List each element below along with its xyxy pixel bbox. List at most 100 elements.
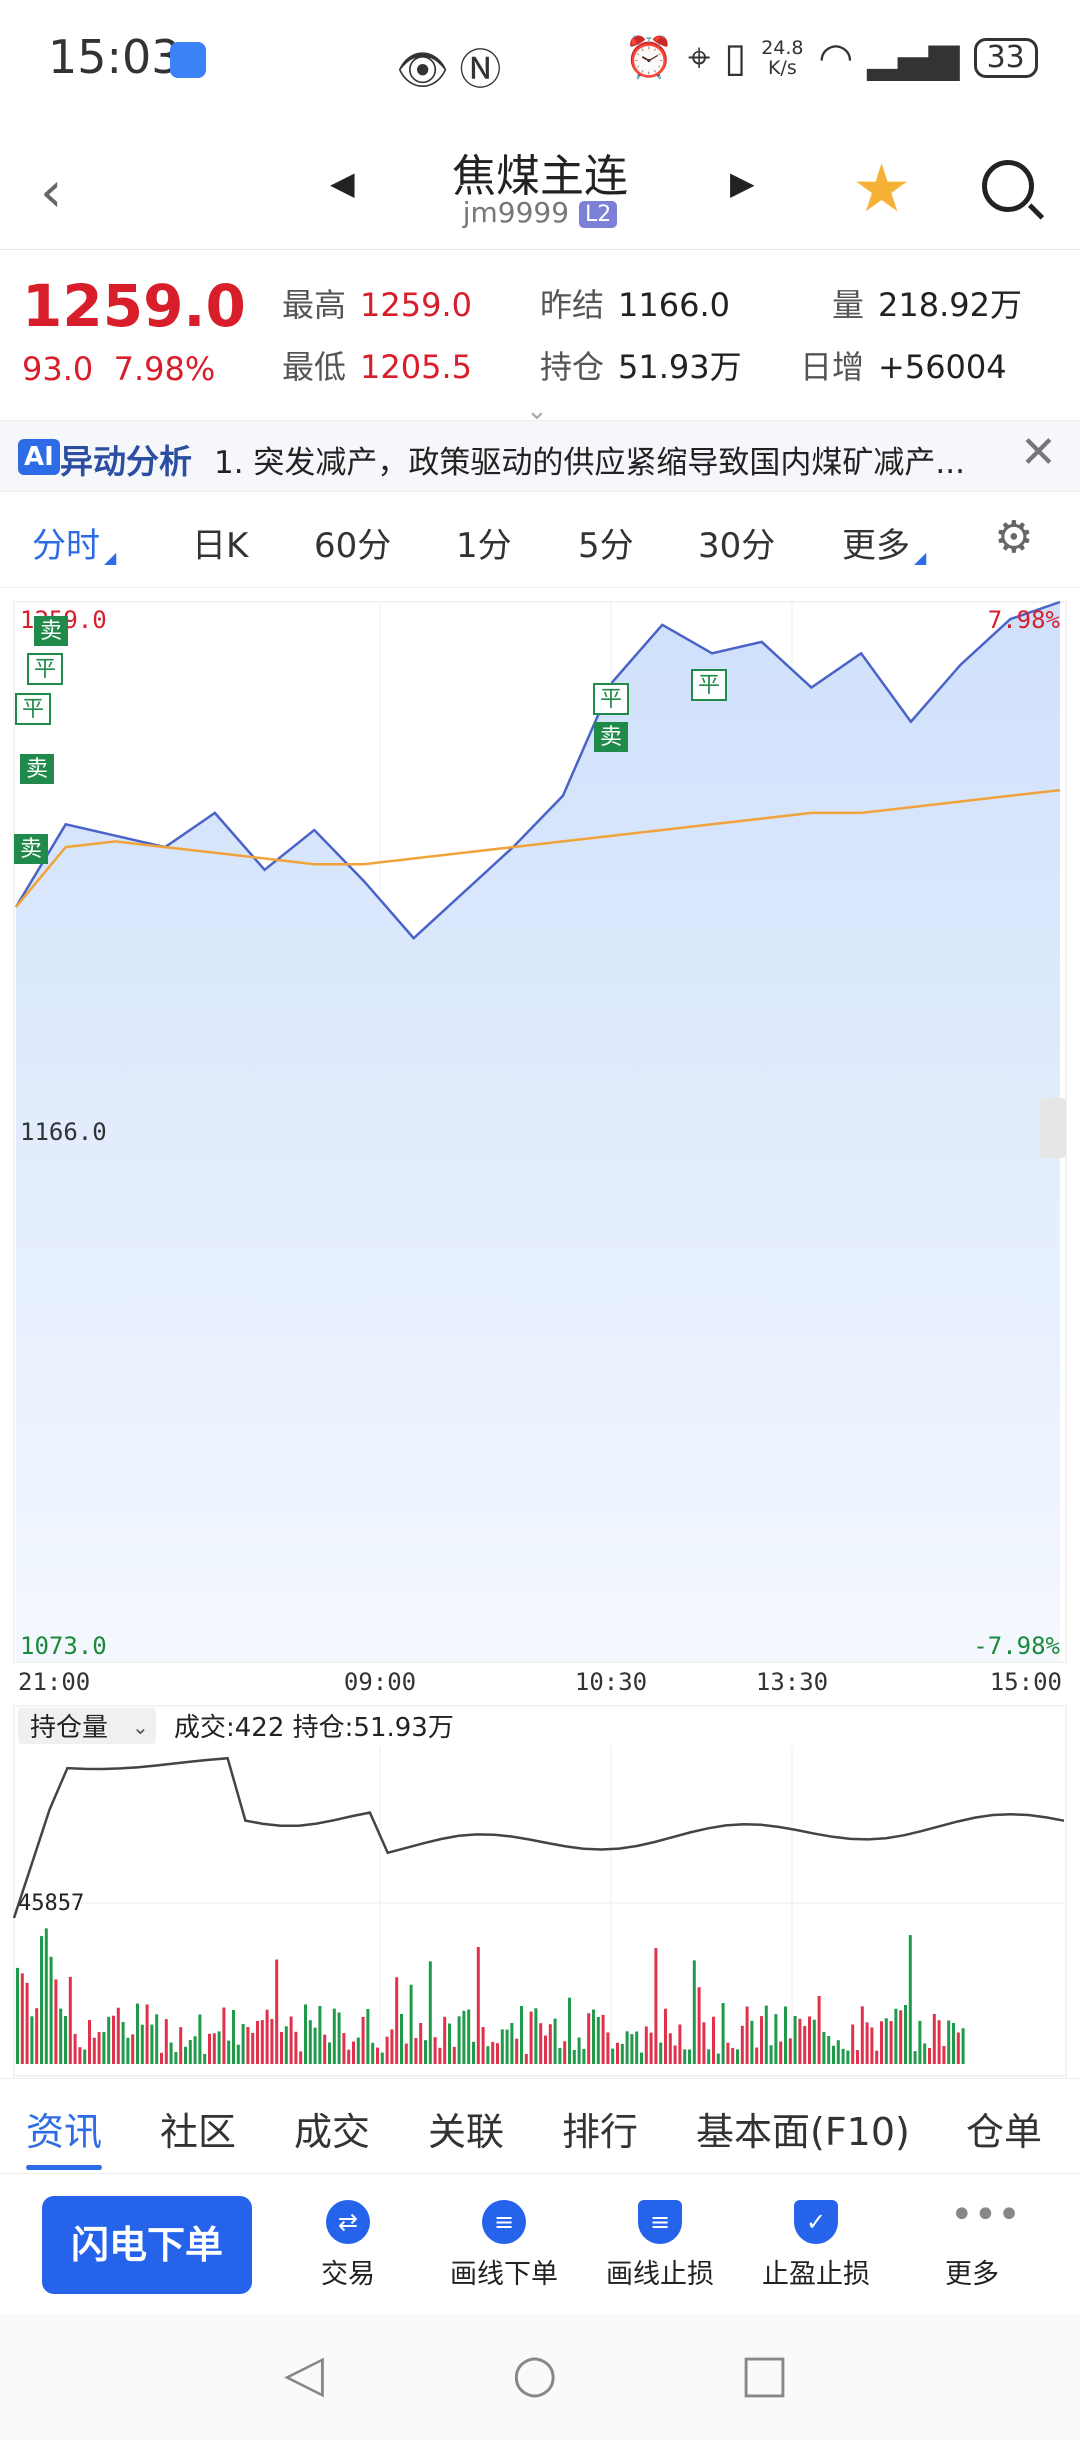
tab-community[interactable]: 社区: [160, 2101, 236, 2156]
ai-text[interactable]: 1. 突发减产，政策驱动的供应紧缩导致国内煤矿减产...: [214, 437, 1014, 482]
volume-bar: [716, 2053, 720, 2064]
volume-bar: [793, 2016, 797, 2064]
volume-bar: [73, 2033, 77, 2064]
volume-bar: [774, 2014, 778, 2064]
tab-60min[interactable]: 60分: [314, 518, 391, 567]
page-title: 焦煤主连: [452, 151, 628, 202]
volume-bar: [54, 1979, 58, 2064]
volume-bar: [870, 2027, 874, 2064]
volume-bar: [116, 2007, 120, 2064]
tab-news[interactable]: 资讯: [26, 2101, 103, 2170]
line-stop-button[interactable]: ≡ 画线止损: [580, 2200, 740, 2291]
high-value: 1259.0: [360, 286, 472, 324]
volume-bar: [395, 1977, 399, 2064]
volume-bar: [352, 2041, 355, 2064]
line-order-button[interactable]: ≡ 画线下单: [424, 2200, 584, 2291]
volume-bar: [620, 2043, 624, 2064]
volume-bar: [846, 2050, 850, 2064]
gear-icon[interactable]: ⚙: [994, 512, 1033, 563]
contract-code: jm9999 L2: [0, 196, 1080, 229]
favorite-star-icon[interactable]: ★: [852, 150, 911, 227]
volume-bar: [894, 2008, 898, 2064]
tab-related[interactable]: 关联: [428, 2101, 504, 2156]
volume-bar: [414, 2038, 418, 2064]
volume-bar: [928, 2048, 931, 2064]
more-button[interactable]: ••• 更多: [892, 2195, 1052, 2291]
volume-label: 量: [832, 286, 865, 324]
volume-bar: [760, 2016, 763, 2064]
take-profit-stop-loss-button[interactable]: ✓ 止盈止损: [736, 2200, 896, 2291]
volume-bar: [812, 2019, 816, 2064]
search-icon[interactable]: [982, 160, 1034, 212]
volume-bar: [659, 2042, 663, 2064]
change-value: 93.0: [22, 350, 94, 388]
volume-bar: [875, 2050, 879, 2064]
code-text: jm9999: [462, 196, 570, 229]
volume-bar: [510, 2023, 514, 2064]
volume-bar: [20, 1973, 24, 2064]
l2-badge[interactable]: L2: [579, 200, 618, 228]
tab-30min[interactable]: 30分: [698, 518, 775, 567]
volume-bar: [385, 2036, 389, 2064]
volume-bar: [851, 2024, 855, 2064]
volume-bar: [256, 2020, 259, 2064]
volume-bar: [611, 2048, 615, 2064]
volume-bar: [404, 2043, 408, 2064]
volume-bar: [630, 2034, 634, 2064]
sub-value-label: 45857: [18, 1891, 84, 1916]
tab-ranking[interactable]: 排行: [562, 2101, 638, 2156]
volume-bar: [755, 2047, 759, 2064]
tab-more[interactable]: 更多 ◢: [842, 518, 926, 567]
volume-bar: [779, 2041, 783, 2064]
side-panel-handle[interactable]: [1040, 1098, 1066, 1158]
volume-bar: [164, 2019, 168, 2064]
system-nav-bar: ◁ ○ □: [0, 2314, 1080, 2440]
nav-recents-icon[interactable]: □: [740, 2344, 789, 2404]
vibrate-icon: ▯: [724, 34, 747, 81]
volume-bar: [529, 2011, 533, 2064]
tab-5min[interactable]: 5分: [578, 518, 634, 567]
volume-bar: [640, 2052, 643, 2064]
flash-order-button[interactable]: 闪电下单: [42, 2196, 252, 2294]
eye-icon: 👁Ⓝ: [396, 45, 512, 94]
tpsl-label: 止盈止损: [762, 2259, 870, 2290]
marker-text: 卖: [600, 725, 622, 750]
tab-fundamentals[interactable]: 基本面(F10): [696, 2101, 910, 2156]
volume-bar: [25, 1982, 29, 2064]
trade-button[interactable]: ⇄ 交易: [268, 2200, 428, 2291]
volume-bar: [683, 2049, 687, 2064]
volume-bar: [548, 2024, 552, 2064]
volume-bar: [544, 2035, 547, 2064]
tab-fenshi[interactable]: 分时 ◢: [32, 518, 116, 567]
ai-title: 异动分析: [60, 442, 192, 481]
volume-bar: [952, 2023, 955, 2064]
volume-bar: [251, 2032, 255, 2064]
nav-home-icon[interactable]: ○: [512, 2344, 557, 2404]
volume-bar: [356, 2037, 360, 2064]
volume-bar: [745, 2006, 749, 2064]
volume-bar: [443, 2016, 447, 2064]
volume-bar: [942, 2046, 946, 2064]
time-label: 15:00: [990, 1668, 1062, 1696]
volume-bar: [265, 2009, 269, 2064]
tab-daily-k[interactable]: 日K: [192, 518, 248, 567]
volume-bar: [208, 2033, 211, 2064]
tab-1min[interactable]: 1分: [456, 518, 512, 567]
intraday-chart[interactable]: 1259.0 7.98% 1166.0 1073.0 -7.98% 卖 平 平 …: [0, 588, 1080, 2078]
next-contract-icon[interactable]: ▶: [730, 164, 755, 202]
tab-trades[interactable]: 成交: [294, 2101, 370, 2156]
tab-warehouse[interactable]: 仓单: [966, 2101, 1042, 2156]
volume-bar: [64, 2016, 67, 2064]
ai-analysis-bar[interactable]: AI 异动分析 1. 突发减产，政策驱动的供应紧缩导致国内煤矿减产... ✕: [0, 420, 1080, 492]
last-price: 1259.0: [22, 272, 246, 340]
nav-back-icon[interactable]: ◁: [284, 2344, 324, 2404]
chart-svg[interactable]: 1259.0 7.98% 1166.0 1073.0 -7.98% 卖 平 平 …: [0, 588, 1080, 2078]
tab-more-label: 更多: [842, 526, 910, 566]
status-icons: ⏰ ⌖ ▯ 24.8 K/s ◠ ▂▄▆ 33: [624, 34, 1038, 81]
close-icon[interactable]: ✕: [1020, 427, 1057, 478]
marker-text: 平: [698, 673, 720, 698]
volume-bar: [822, 2032, 826, 2064]
volume-bar: [625, 2031, 629, 2064]
open-interest-field: 持仓 51.93万: [540, 342, 742, 388]
volume-bar: [937, 2020, 941, 2064]
